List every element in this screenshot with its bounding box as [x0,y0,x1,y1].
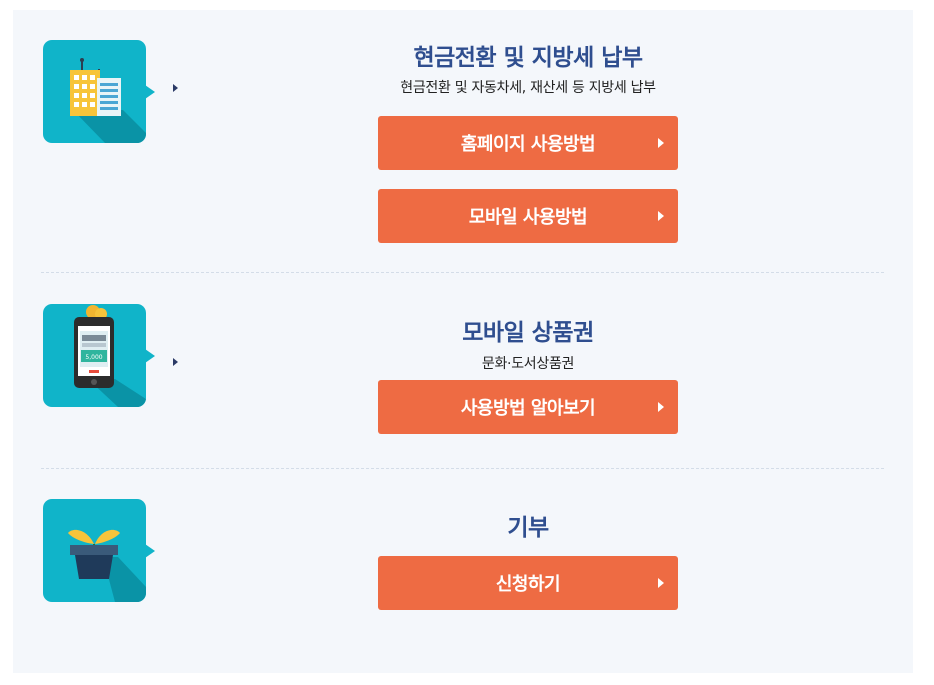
caret-right-icon [173,84,178,92]
section-divider [41,272,884,273]
speech-tail-icon [145,349,155,363]
building-icon-wrap [43,40,168,145]
service-panel: 현금전환 및 지방세 납부 현금전환 및 자동차세, 재산세 등 지방세 납부 … [13,10,913,673]
mobile-guide-button[interactable]: 모바일 사용방법 [378,189,678,243]
section-title: 현금전환 및 지방세 납부 [413,45,643,71]
play-arrow-icon [658,211,664,221]
section-title: 기부 [507,515,549,541]
play-arrow-icon [658,578,664,588]
svg-text:5,000: 5,000 [85,354,102,361]
play-arrow-icon [658,402,664,412]
sprout-icon-wrap [43,499,168,604]
sprout-pot-icon [43,499,146,602]
homepage-guide-button[interactable]: 홈페이지 사용방법 [378,116,678,170]
button-label: 모바일 사용방법 [468,207,588,228]
voucher-guide-button[interactable]: 사용방법 알아보기 [378,380,678,434]
caret-right-icon [173,358,178,366]
speech-tail-icon [145,85,155,99]
play-arrow-icon [658,138,664,148]
button-label: 사용방법 알아보기 [460,398,596,419]
button-label: 홈페이지 사용방법 [460,134,596,155]
donation-apply-button[interactable]: 신청하기 [378,556,678,610]
section-subtitle: 문화·도서상품권 [481,356,575,372]
smartphone-voucher-icon: 5,000 [43,304,146,407]
section-title: 모바일 상품권 [462,320,594,346]
building-icon [43,40,146,143]
button-label: 신청하기 [495,574,561,595]
smartphone-icon-wrap: 5,000 [43,304,168,409]
speech-tail-icon [145,544,155,558]
section-divider [41,468,884,469]
section-subtitle: 현금전환 및 자동차세, 재산세 등 지방세 납부 [400,80,656,96]
